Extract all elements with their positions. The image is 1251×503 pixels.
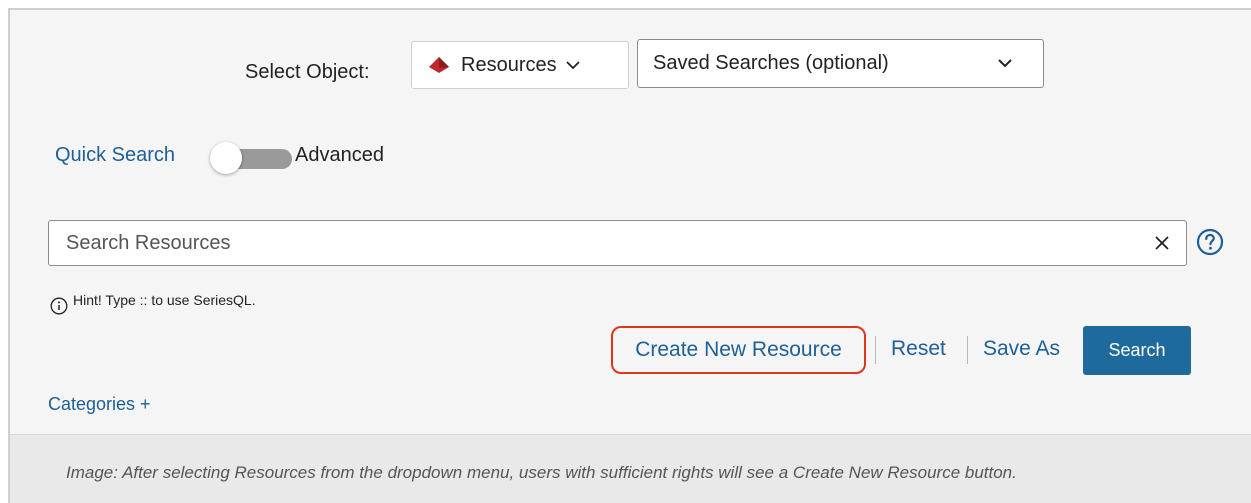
chevron-down-icon — [997, 58, 1013, 68]
chevron-down-icon — [565, 60, 581, 70]
search-input[interactable] — [49, 221, 1129, 265]
select-object-label: Select Object: — [245, 61, 370, 83]
categories-link[interactable]: Categories + — [48, 394, 151, 415]
caption-bar: Image: After selecting Resources from th… — [10, 434, 1251, 503]
object-type-dropdown[interactable]: Resources — [411, 41, 629, 89]
search-button[interactable]: Search — [1083, 326, 1191, 375]
clear-icon[interactable] — [1152, 233, 1172, 253]
separator — [967, 336, 968, 364]
image-caption: Image: After selecting Resources from th… — [66, 463, 1017, 482]
saved-searches-placeholder: Saved Searches (optional) — [653, 52, 889, 74]
search-actions: Create New Resource Reset Save As Search — [10, 326, 1251, 376]
search-field[interactable] — [48, 220, 1187, 266]
separator — [875, 336, 876, 364]
search-mode-toggle[interactable] — [210, 142, 292, 174]
resource-diamond-icon — [428, 56, 450, 74]
info-icon — [50, 297, 68, 315]
search-panel: Select Object: Resources Saved Searches … — [8, 8, 1251, 503]
reset-link[interactable]: Reset — [891, 337, 946, 361]
hint-text: Hint! Type :: to use SeriesQL. — [73, 292, 256, 308]
hint: Hint! Type :: to use SeriesQL. — [50, 291, 256, 315]
help-icon[interactable] — [1194, 226, 1226, 258]
saved-searches-dropdown[interactable]: Saved Searches (optional) — [637, 39, 1044, 88]
toggle-knob[interactable] — [210, 142, 242, 174]
object-type-selected: Resources — [461, 53, 557, 76]
advanced-search-label[interactable]: Advanced — [295, 144, 384, 167]
quick-search-label[interactable]: Quick Search — [55, 144, 175, 167]
create-new-resource-link[interactable]: Create New Resource — [611, 326, 866, 374]
save-as-link[interactable]: Save As — [983, 337, 1060, 361]
